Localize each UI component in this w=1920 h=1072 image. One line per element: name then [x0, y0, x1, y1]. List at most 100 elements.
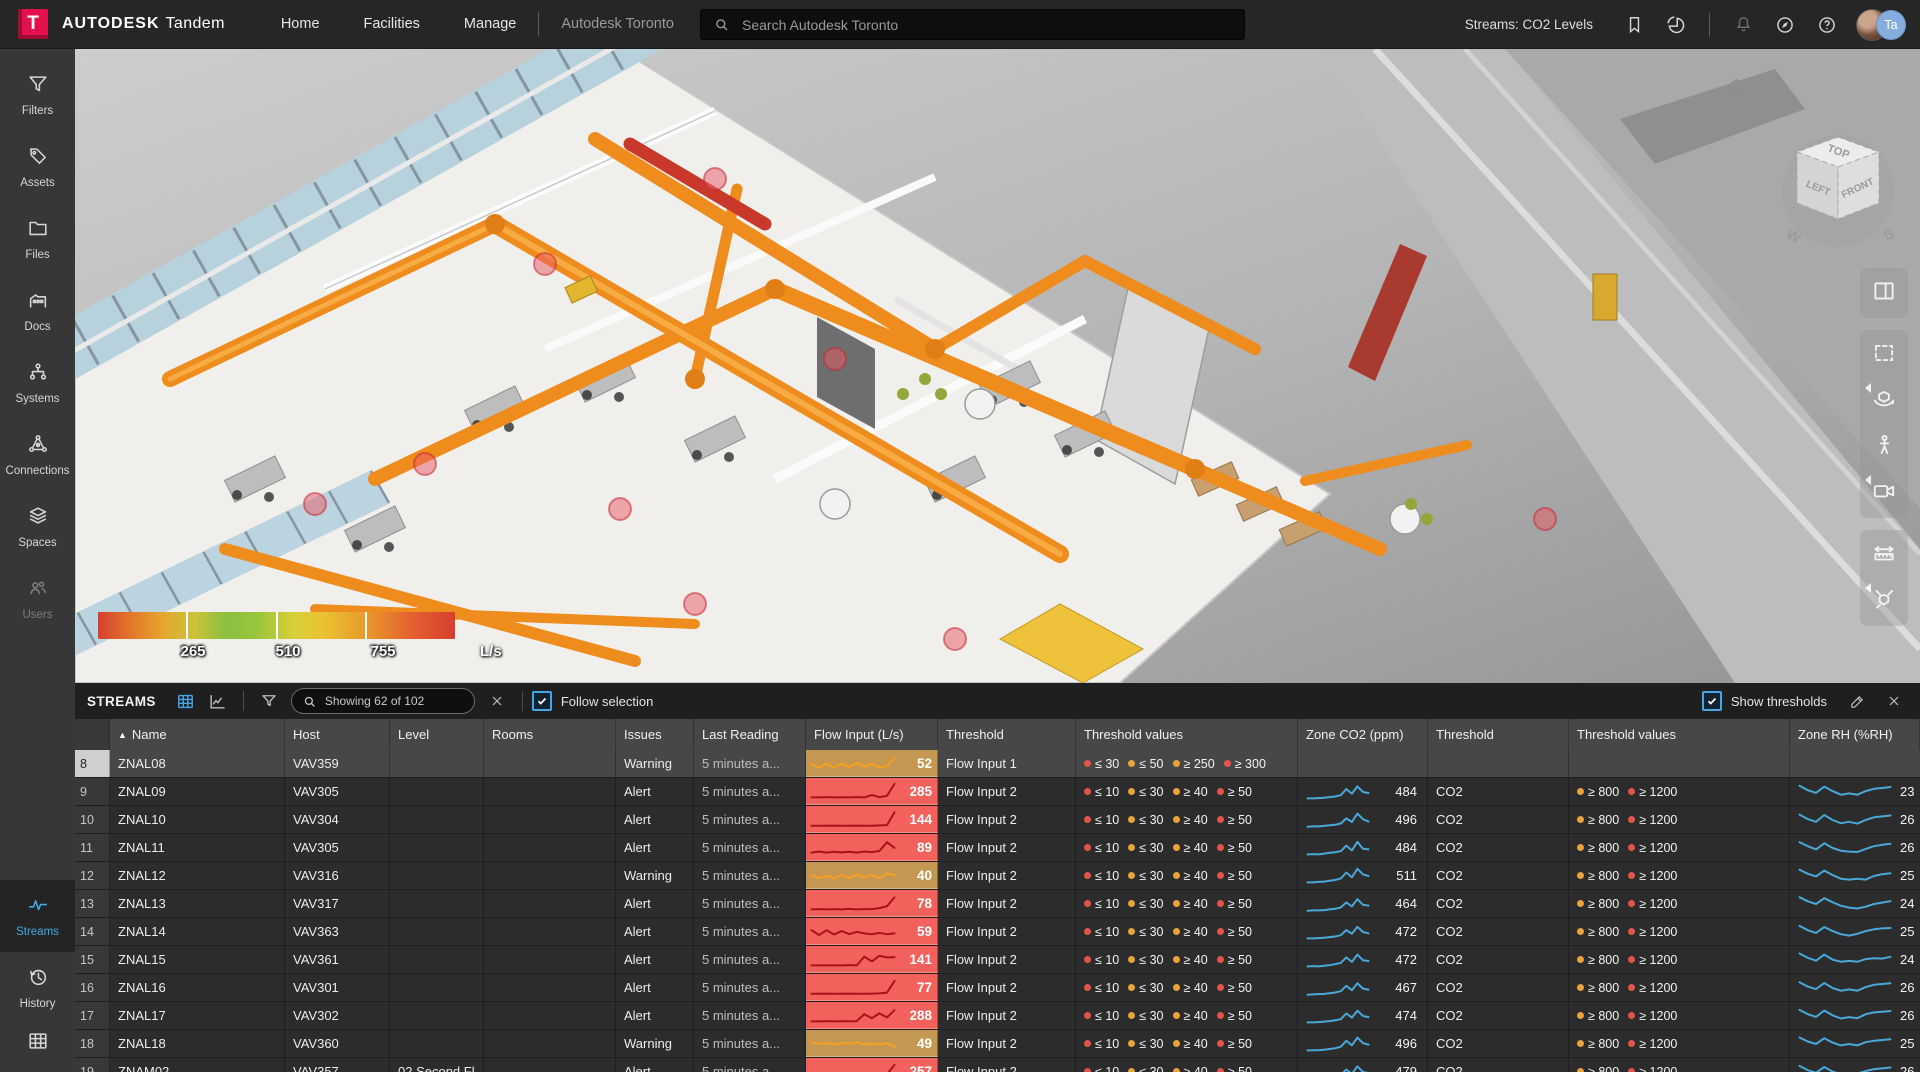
- threshold-value: ≥ 1200: [1628, 925, 1677, 939]
- sidebar-item-systems[interactable]: Systems: [0, 347, 75, 419]
- threshold-value: ≥ 1200: [1628, 869, 1677, 883]
- table-view-icon[interactable]: [173, 689, 199, 713]
- column-header-name[interactable]: ▲Name: [110, 719, 285, 750]
- cell-flow-input: 285: [806, 778, 938, 805]
- menu-item-facilities[interactable]: Facilities: [364, 16, 420, 32]
- cell-host: VAV360: [285, 1030, 390, 1057]
- menu-item-home[interactable]: Home: [281, 16, 320, 32]
- threshold-value: ≥ 50: [1217, 841, 1252, 855]
- close-panel-icon[interactable]: [1881, 689, 1907, 713]
- sidebar-item-connections[interactable]: Connections: [0, 419, 75, 491]
- sidebar-item-assets[interactable]: Assets: [0, 131, 75, 203]
- help-icon[interactable]: [1814, 12, 1840, 38]
- sparkline: [810, 921, 896, 941]
- stream-row-znal17[interactable]: 17ZNAL17VAV302Alert5 minutes a...288Flow…: [75, 1002, 1920, 1030]
- column-header-threshold[interactable]: Threshold: [938, 719, 1076, 750]
- stream-row-znal13[interactable]: 13ZNAL13VAV317Alert5 minutes a...78Flow …: [75, 890, 1920, 918]
- column-header-zone-co2-ppm-[interactable]: Zone CO2 (ppm): [1298, 719, 1428, 750]
- explore-compass-icon[interactable]: [1772, 12, 1798, 38]
- menu-item-manage[interactable]: Manage: [464, 16, 516, 32]
- dashboard-pie-icon[interactable]: [1663, 12, 1689, 38]
- stream-row-znal08[interactable]: 8ZNAL08VAV359Warning5 minutes a...52Flow…: [75, 750, 1920, 778]
- threshold-value: ≥ 50: [1217, 1065, 1252, 1072]
- measure-button[interactable]: [1862, 532, 1906, 578]
- column-header-threshold-values[interactable]: Threshold values: [1076, 719, 1298, 750]
- stream-row-znal18[interactable]: 18ZNAL18VAV360Warning5 minutes a...49Flo…: [75, 1030, 1920, 1058]
- threshold-value: ≥ 40: [1173, 869, 1208, 883]
- rh-value: 26: [1900, 1064, 1914, 1072]
- follow-selection-checkbox[interactable]: [532, 691, 552, 711]
- cell-issues: Alert: [616, 918, 694, 945]
- stream-row-znam02[interactable]: 19ZNAM02VAV35702 Second Fl...Alert5 minu…: [75, 1058, 1920, 1072]
- bookmark-icon[interactable]: [1621, 12, 1647, 38]
- column-header-host[interactable]: Host: [285, 719, 390, 750]
- sparkline: [810, 977, 896, 997]
- presence-badge[interactable]: Ta: [1876, 10, 1906, 40]
- threshold-value: ≤ 30: [1128, 1037, 1163, 1051]
- threshold-value: ≥ 50: [1217, 785, 1252, 799]
- column-header-flow-input-l-s-[interactable]: Flow Input (L/s): [806, 719, 938, 750]
- cell-name: ZNAM02: [110, 1058, 285, 1072]
- orbit-button[interactable]: [1862, 378, 1906, 424]
- search-input[interactable]: [740, 16, 1184, 34]
- camera-button[interactable]: [1862, 470, 1906, 516]
- threshold-red-dot: [1628, 844, 1635, 851]
- cell-name: ZNAL08: [110, 750, 285, 777]
- sidebar-item-history[interactable]: History: [0, 952, 75, 1024]
- threshold-value: ≤ 30: [1128, 981, 1163, 995]
- threshold-value: ≥ 800: [1577, 813, 1619, 827]
- notifications-bell-icon[interactable]: [1730, 12, 1756, 38]
- edit-pencil-icon[interactable]: [1844, 689, 1870, 713]
- sidebar-item-files[interactable]: Files: [0, 203, 75, 275]
- heatmap-legend: 265510755 L/s: [98, 612, 478, 665]
- walk-button[interactable]: [1862, 424, 1906, 470]
- co2-value: 467: [1376, 980, 1419, 995]
- model-viewport-3d[interactable]: TOP LEFT FRONT W S 265510755 L/s: [75, 49, 1920, 683]
- cell-flow-input: 141: [806, 946, 938, 973]
- cell-flow-threshold: Flow Input 2: [938, 918, 1076, 945]
- column-header-zone-rh-rh-[interactable]: Zone RH (%RH): [1790, 719, 1920, 750]
- cell-co2-threshold-values: ≥ 800≥ 1200: [1569, 1058, 1790, 1072]
- column-header-issues[interactable]: Issues: [616, 719, 694, 750]
- cell-co2-threshold-values: ≥ 800≥ 1200: [1569, 1002, 1790, 1029]
- sidebar-item-spaces[interactable]: Spaces: [0, 491, 75, 563]
- column-header-threshold[interactable]: Threshold: [1428, 719, 1569, 750]
- stream-row-znal10[interactable]: 10ZNAL10VAV304Alert5 minutes a...144Flow…: [75, 806, 1920, 834]
- sparkline: [810, 837, 896, 857]
- column-header-rooms[interactable]: Rooms: [484, 719, 616, 750]
- stream-row-znal16[interactable]: 16ZNAL16VAV301Alert5 minutes a...77Flow …: [75, 974, 1920, 1002]
- column-header-level[interactable]: Level: [390, 719, 484, 750]
- threshold-value: ≥ 40: [1173, 981, 1208, 995]
- rh-value: 24: [1900, 896, 1914, 911]
- cell-zone-rh: 24: [1790, 890, 1920, 917]
- streams-search-field[interactable]: Showing 62 of 102: [291, 688, 475, 714]
- stream-row-znal11[interactable]: 11ZNAL11VAV305Alert5 minutes a...89Flow …: [75, 834, 1920, 862]
- cell-host: VAV359: [285, 750, 390, 777]
- cell-level: [390, 1030, 484, 1057]
- stream-row-znal15[interactable]: 15ZNAL15VAV361Alert5 minutes a...141Flow…: [75, 946, 1920, 974]
- filter-icon[interactable]: [256, 689, 282, 713]
- view-cube[interactable]: TOP LEFT FRONT W S: [1775, 119, 1905, 259]
- column-header-threshold-values[interactable]: Threshold values: [1569, 719, 1790, 750]
- stream-row-znal14[interactable]: 14ZNAL14VAV363Alert5 minutes a...59Flow …: [75, 918, 1920, 946]
- threshold-red-dot: [1217, 1012, 1224, 1019]
- selection-box-button[interactable]: [1862, 332, 1906, 378]
- clear-search-icon[interactable]: [484, 689, 510, 713]
- cell-level: [390, 1002, 484, 1029]
- explode-button[interactable]: [1862, 578, 1906, 624]
- global-search[interactable]: [700, 9, 1245, 40]
- sidebar-item-streams[interactable]: Streams: [0, 880, 75, 952]
- show-thresholds-checkbox[interactable]: [1702, 691, 1722, 711]
- stream-row-znal12[interactable]: 12ZNAL12VAV316Warning5 minutes a...40Flo…: [75, 862, 1920, 890]
- split-view-button[interactable]: [1862, 270, 1906, 316]
- tandem-logo[interactable]: T: [18, 9, 48, 39]
- sidebar-item-table[interactable]: [0, 1024, 75, 1072]
- stream-row-znal09[interactable]: 9ZNAL09VAV305Alert5 minutes a...285Flow …: [75, 778, 1920, 806]
- sidebar-item-docs[interactable]: Docs: [0, 275, 75, 347]
- show-thresholds-label: Show thresholds: [1731, 694, 1827, 709]
- view-home-icon[interactable]: [1723, 75, 1749, 106]
- cell-co2-threshold: CO2: [1428, 1002, 1569, 1029]
- chart-view-icon[interactable]: [205, 689, 231, 713]
- column-header-last-reading[interactable]: Last Reading: [694, 719, 806, 750]
- sidebar-item-filters[interactable]: Filters: [0, 59, 75, 131]
